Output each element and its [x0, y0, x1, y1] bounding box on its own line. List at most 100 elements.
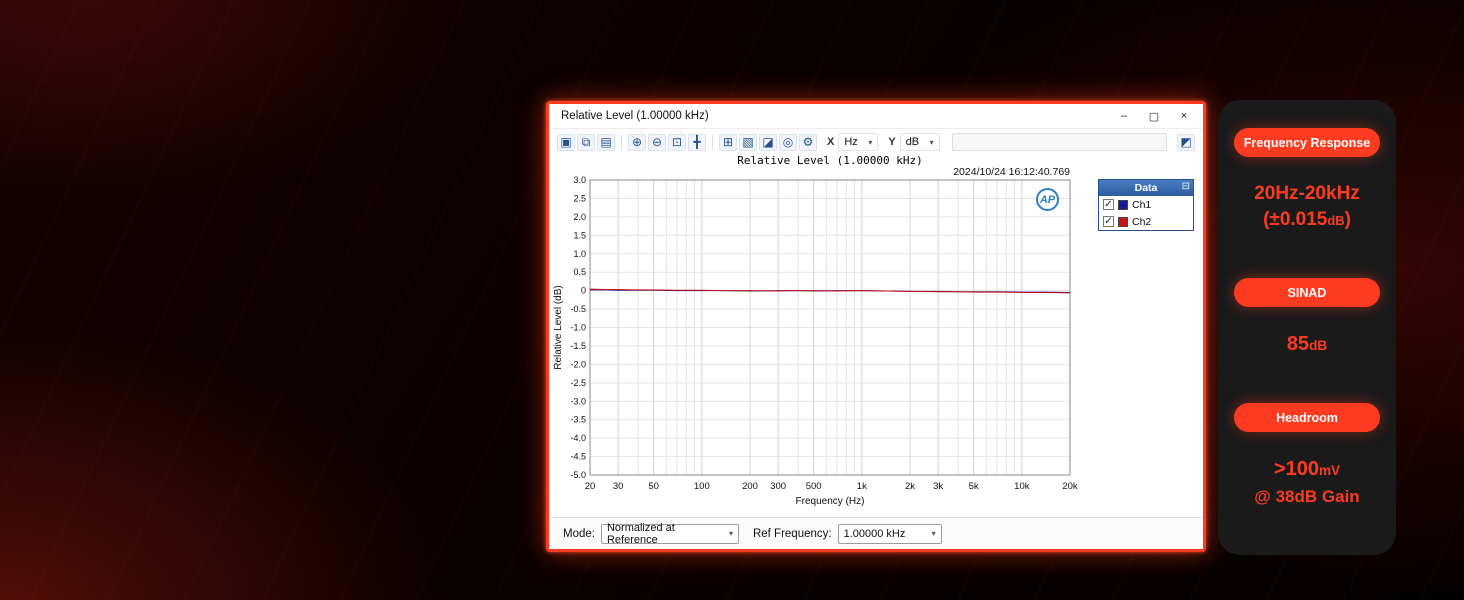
svg-text:20k: 20k	[1062, 481, 1078, 492]
svg-text:-2.0: -2.0	[570, 359, 586, 369]
save-icon[interactable]: ▣	[557, 133, 575, 151]
svg-text:Frequency (Hz): Frequency (Hz)	[796, 496, 865, 507]
x-axis-label: X	[827, 136, 835, 148]
export-graph-icon[interactable]: ◩	[1177, 133, 1195, 151]
svg-text:3.0: 3.0	[573, 175, 586, 185]
spec-value: (±0.015dB)	[1263, 209, 1351, 230]
bottom-bar: Mode: Normalized at Reference ▾ Ref Freq…	[549, 517, 1203, 549]
window-title: Relative Level (1.00000 kHz)	[561, 110, 709, 122]
ref-frequency-label: Ref Frequency:	[752, 527, 832, 540]
y-unit-select[interactable]: dB ▾	[899, 133, 940, 151]
svg-text:10k: 10k	[1014, 481, 1030, 492]
svg-text:-4.0: -4.0	[570, 433, 586, 443]
ap-logo: AP	[1036, 188, 1059, 211]
chevron-down-icon: ▾	[868, 137, 873, 147]
svg-text:2.5: 2.5	[573, 193, 586, 203]
svg-text:50: 50	[648, 481, 659, 492]
y-axis-label: Y	[888, 136, 896, 148]
window-titlebar: Relative Level (1.00000 kHz) – ▢ ×	[549, 104, 1203, 129]
svg-text:-3.5: -3.5	[570, 415, 586, 425]
legend-panel: Data ⊟ ✓ Ch1 ✓ Ch2	[1098, 179, 1194, 231]
svg-text:300: 300	[770, 481, 786, 492]
pin-icon[interactable]: ⊟	[1182, 181, 1190, 192]
y-axis-combo: Y dB ▾	[888, 133, 940, 151]
print-icon[interactable]: ▤	[597, 133, 615, 151]
maximize-button[interactable]: ▢	[1139, 106, 1169, 127]
toolbar: ▣ ⧉ ▤ ⊕ ⊖ ⊡ ╋ ⊞ ▧ ◪ ◎ ⚙ X Hz ▾ Y dB ▾ ◩	[549, 129, 1203, 155]
svg-text:2.0: 2.0	[573, 212, 586, 222]
legend-row-ch2: ✓ Ch2	[1099, 213, 1193, 230]
legend-header[interactable]: Data ⊟	[1099, 180, 1193, 196]
channel-checkbox-ch1[interactable]: ✓	[1103, 199, 1114, 210]
settings-icon[interactable]: ⚙	[799, 133, 817, 151]
legend-row-ch1: ✓ Ch1	[1099, 196, 1193, 213]
svg-text:1k: 1k	[857, 481, 867, 492]
chevron-down-icon: ▾	[728, 529, 733, 538]
svg-text:100: 100	[694, 481, 710, 492]
svg-text:-0.5: -0.5	[570, 304, 586, 314]
app-window: Relative Level (1.00000 kHz) – ▢ × ▣ ⧉ ▤ ⊕ ⊖…	[546, 101, 1206, 552]
graph-style-icon[interactable]: ▧	[739, 133, 757, 151]
data-grid-icon[interactable]: ⊞	[719, 133, 737, 151]
svg-text:0.5: 0.5	[573, 267, 586, 277]
chevron-down-icon: ▾	[931, 529, 936, 538]
spec-pill-headroom[interactable]: Headroom	[1234, 403, 1380, 432]
minimize-button[interactable]: –	[1109, 106, 1139, 127]
legend-rows: ✓ Ch1 ✓ Ch2	[1099, 196, 1193, 230]
svg-text:5k: 5k	[969, 481, 979, 492]
series-label: Ch1	[1132, 198, 1152, 211]
toolbar-separator	[621, 134, 622, 150]
comment-field[interactable]	[951, 133, 1167, 151]
spec-value: 20Hz-20kHz	[1254, 183, 1360, 204]
trace-icon[interactable]: ◪	[759, 133, 777, 151]
spec-value: 85dB	[1286, 333, 1328, 355]
ref-frequency-input[interactable]: 1.00000 kHz ▾	[837, 523, 942, 544]
spec-pill-sinad[interactable]: SINAD	[1234, 278, 1380, 307]
x-unit-select[interactable]: Hz ▾	[838, 133, 879, 151]
toolbar-separator	[712, 134, 713, 150]
series-label: Ch2	[1132, 215, 1152, 228]
svg-text:200: 200	[742, 481, 758, 492]
chevron-down-icon: ▾	[929, 137, 934, 147]
cursor-icon[interactable]: ◎	[779, 133, 797, 151]
chart-area: Relative Level (1.00000 kHz) 2024/10/24 …	[549, 155, 1203, 517]
svg-text:500: 500	[806, 481, 822, 492]
zoom-fit-icon[interactable]: ⊡	[668, 133, 686, 151]
y-unit-value: dB	[905, 136, 920, 148]
zoom-out-icon[interactable]: ⊖	[648, 133, 666, 151]
mode-select[interactable]: Normalized at Reference ▾	[600, 521, 739, 546]
svg-text:-4.5: -4.5	[570, 452, 586, 462]
pan-icon[interactable]: ╋	[688, 133, 706, 151]
svg-text:-5.0: -5.0	[570, 470, 586, 480]
svg-text:1.0: 1.0	[573, 249, 586, 259]
legend-title: Data	[1134, 182, 1158, 194]
mode-label: Mode:	[563, 527, 595, 540]
ap-logo-text: AP	[1039, 193, 1056, 206]
ref-frequency-value: 1.00000 kHz	[843, 527, 906, 540]
series-color-swatch	[1118, 216, 1128, 227]
spec-value: >100mV	[1273, 458, 1341, 480]
channel-checkbox-ch2[interactable]: ✓	[1103, 216, 1114, 227]
frequency-response-plot: 3.0 2.5 2.0 1.5 1.0 0.5 0 -0.5 -1.0 -1.5 -2.0 -2.5 -…	[553, 175, 1078, 507]
toolbar-icons: ▣ ⧉ ▤ ⊕ ⊖ ⊡ ╋ ⊞ ▧ ◪ ◎ ⚙	[557, 133, 817, 151]
svg-text:-1.5: -1.5	[570, 341, 586, 351]
svg-text:3k: 3k	[933, 481, 943, 492]
spec-panel: Frequency Response 20Hz-20kHz (±0.015dB) SI…	[1218, 100, 1396, 555]
x-axis-combo: X Hz ▾	[827, 133, 879, 151]
svg-text:-3.0: -3.0	[570, 396, 586, 406]
x-unit-value: Hz	[844, 136, 858, 148]
zoom-in-icon[interactable]: ⊕	[628, 133, 646, 151]
mode-value: Normalized at Reference	[606, 521, 675, 546]
svg-text:2k: 2k	[905, 481, 915, 492]
svg-text:Relative Level (dB): Relative Level (dB)	[553, 285, 564, 369]
spec-pill-frequency-response[interactable]: Frequency Response	[1234, 128, 1380, 157]
svg-text:0: 0	[581, 286, 586, 296]
svg-text:-2.5: -2.5	[570, 378, 586, 388]
svg-text:30: 30	[613, 481, 624, 492]
copy-graph-icon[interactable]: ⧉	[577, 133, 595, 151]
close-button[interactable]: ×	[1169, 106, 1199, 127]
svg-text:20: 20	[585, 481, 596, 492]
series-color-swatch	[1118, 199, 1128, 210]
spec-value: @ 38dB Gain	[1254, 487, 1360, 506]
svg-text:-1.0: -1.0	[570, 323, 586, 333]
